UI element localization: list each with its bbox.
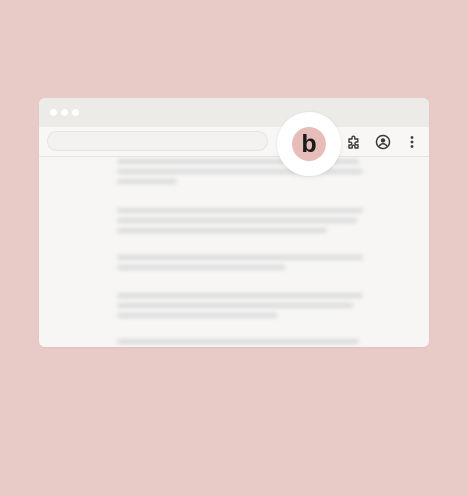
blurred-page-content <box>39 157 429 347</box>
blurred-text-line <box>117 179 177 184</box>
kebab-menu-icon[interactable] <box>403 133 421 151</box>
b-logo-letter: b <box>301 131 316 157</box>
blurred-text-line <box>117 293 363 298</box>
window-maximize-dot[interactable] <box>72 109 79 116</box>
address-bar[interactable] <box>47 131 268 151</box>
title-bar <box>39 98 429 127</box>
window-close-dot[interactable] <box>50 109 57 116</box>
browser-toolbar <box>39 127 429 157</box>
profile-icon[interactable] <box>374 133 392 151</box>
extension-button[interactable]: b <box>292 127 326 161</box>
b-logo-icon: b <box>301 131 316 157</box>
blurred-text-line <box>117 313 277 318</box>
page-background: { "window": { "traffic_lights": ["close"… <box>0 0 468 496</box>
window-minimize-dot[interactable] <box>61 109 68 116</box>
blurred-text-line <box>117 255 363 260</box>
blurred-text-line <box>117 208 363 213</box>
blurred-text-line <box>117 303 353 308</box>
blurred-text-line <box>117 339 359 344</box>
blurred-text-line <box>117 265 285 270</box>
blurred-text-line <box>117 228 327 233</box>
browser-window <box>39 98 429 347</box>
extensions-puzzle-icon[interactable] <box>345 133 363 151</box>
blurred-text-line <box>117 218 357 223</box>
